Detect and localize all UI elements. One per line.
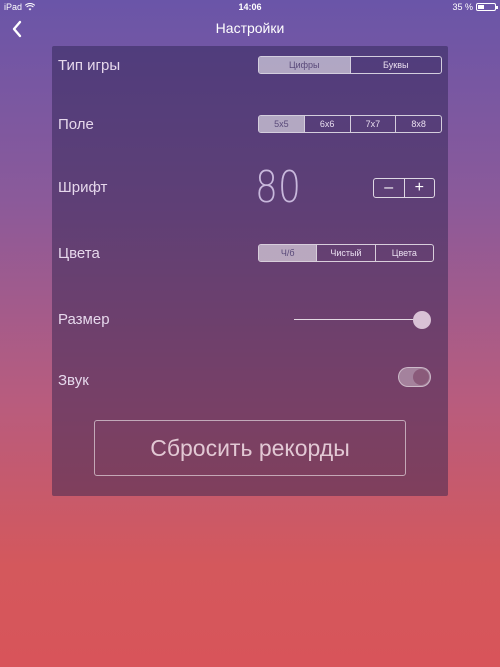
colors-label: Цвета (58, 245, 100, 262)
field-option-5x5[interactable]: 5x5 (259, 116, 304, 132)
status-time: 14:06 (238, 2, 262, 12)
font-increase-button[interactable]: + (403, 179, 435, 197)
field-option-7x7[interactable]: 7x7 (349, 116, 396, 132)
font-size-value: 80 (255, 162, 301, 213)
size-slider-track (294, 319, 422, 320)
colors-option-clean[interactable]: Чистый (316, 245, 374, 261)
battery-percent: 35 % (452, 2, 473, 12)
battery-fill (478, 5, 484, 9)
nav-bar: Настройки (0, 14, 500, 44)
status-bar: iPad 14:06 35 % (0, 0, 500, 14)
font-size-stepper: – + (373, 178, 435, 198)
reset-records-button[interactable]: Сбросить рекорды (94, 420, 406, 476)
page-title: Настройки (215, 20, 285, 36)
field-size-selector: 5x5 6x6 7x7 8x8 (258, 115, 442, 133)
font-label: Шрифт (58, 179, 108, 196)
size-slider-thumb[interactable] (413, 311, 431, 329)
field-label: Поле (58, 116, 94, 133)
field-option-8x8[interactable]: 8x8 (395, 116, 441, 132)
size-label: Размер (58, 311, 110, 328)
game-type-option-letters[interactable]: Буквы (349, 57, 442, 73)
sound-toggle-knob (413, 369, 429, 385)
settings-panel: Тип игры Цифры Буквы Поле 5x5 6x6 7x7 8x… (52, 46, 448, 496)
game-type-label: Тип игры (58, 57, 121, 74)
field-option-6x6[interactable]: 6x6 (303, 116, 350, 132)
game-type-option-digits[interactable]: Цифры (259, 57, 350, 73)
colors-option-colors[interactable]: Цвета (374, 245, 433, 261)
size-slider[interactable] (294, 310, 431, 330)
sound-toggle[interactable] (398, 367, 431, 387)
game-type-selector: Цифры Буквы (258, 56, 442, 74)
colors-selector: Ч/б Чистый Цвета (258, 244, 434, 262)
battery-icon (476, 3, 498, 11)
sound-label: Звук (58, 372, 89, 389)
font-decrease-button[interactable]: – (374, 179, 404, 197)
colors-option-bw[interactable]: Ч/б (259, 245, 317, 261)
